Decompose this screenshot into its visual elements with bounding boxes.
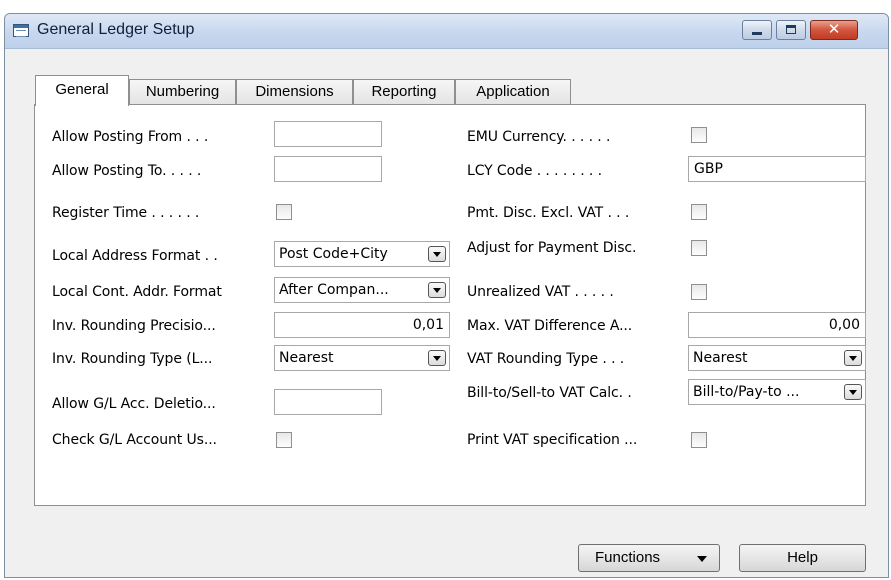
- adjust-payment-disc-label: Adjust for Payment Disc.: [467, 240, 637, 256]
- check-gl-account-usage-checkbox[interactable]: [276, 432, 292, 448]
- bill-sell-vat-calc-label: Bill-to/Sell-to VAT Calc. .: [467, 385, 632, 401]
- tab-dimensions[interactable]: Dimensions: [236, 79, 353, 105]
- chevron-down-icon[interactable]: [428, 246, 446, 262]
- inv-rounding-precision-field[interactable]: 0,01: [274, 312, 450, 338]
- local-cont-addr-format-label: Local Cont. Addr. Format: [52, 284, 222, 300]
- vat-rounding-type-value: Nearest: [693, 350, 748, 366]
- minimize-icon: [752, 32, 762, 35]
- unrealized-vat-label: Unrealized VAT . . . . .: [467, 284, 614, 300]
- close-icon: ✕: [827, 20, 841, 38]
- lcy-code-label: LCY Code . . . . . . . .: [467, 163, 602, 179]
- help-button[interactable]: Help: [739, 544, 866, 572]
- tab-reporting[interactable]: Reporting: [353, 79, 455, 105]
- max-vat-difference-field[interactable]: 0,00: [688, 312, 866, 338]
- local-cont-addr-format-value: After Compan...: [279, 282, 389, 298]
- minimize-button[interactable]: [742, 20, 772, 40]
- vat-rounding-type-label: VAT Rounding Type . . .: [467, 351, 625, 367]
- emu-currency-label: EMU Currency. . . . . .: [467, 129, 611, 145]
- check-gl-account-usage-label: Check G/L Account Us...: [52, 432, 217, 448]
- unrealized-vat-checkbox[interactable]: [691, 284, 707, 300]
- inv-rounding-type-value: Nearest: [279, 350, 334, 366]
- emu-currency-checkbox[interactable]: [691, 127, 707, 143]
- allow-gl-acc-deletion-label: Allow G/L Acc. Deletio...: [52, 396, 216, 412]
- chevron-down-icon[interactable]: [428, 350, 446, 366]
- chevron-down-icon[interactable]: [428, 282, 446, 298]
- adjust-payment-disc-checkbox[interactable]: [691, 240, 707, 256]
- chevron-down-icon[interactable]: [844, 384, 862, 400]
- bill-sell-vat-calc-value: Bill-to/Pay-to ...: [693, 384, 800, 400]
- print-vat-spec-checkbox[interactable]: [691, 432, 707, 448]
- max-vat-difference-label: Max. VAT Difference A...: [467, 318, 633, 334]
- register-time-label: Register Time . . . . . .: [52, 205, 200, 221]
- pmt-disc-excl-vat-checkbox[interactable]: [691, 204, 707, 220]
- maximize-icon: [786, 25, 796, 34]
- bill-sell-vat-calc-select[interactable]: Bill-to/Pay-to ...: [688, 379, 866, 405]
- allow-posting-from-label: Allow Posting From . . .: [52, 129, 209, 145]
- print-vat-spec-label: Print VAT specification ...: [467, 432, 638, 448]
- title-bar[interactable]: General Ledger Setup ✕: [5, 14, 888, 49]
- inv-rounding-type-select[interactable]: Nearest: [274, 345, 450, 371]
- local-address-format-select[interactable]: Post Code+City: [274, 241, 450, 267]
- tab-application[interactable]: Application: [455, 79, 571, 105]
- general-ledger-setup-window: General Ledger Setup ✕ General Numbering…: [4, 13, 889, 578]
- allow-posting-to-field[interactable]: [274, 156, 382, 182]
- lcy-code-field[interactable]: GBP: [688, 156, 866, 182]
- functions-button[interactable]: Functions: [578, 544, 720, 572]
- inv-rounding-type-label: Inv. Rounding Type (L...: [52, 351, 213, 367]
- tab-numbering[interactable]: Numbering: [129, 79, 236, 105]
- pmt-disc-excl-vat-label: Pmt. Disc. Excl. VAT . . .: [467, 205, 630, 221]
- register-time-checkbox[interactable]: [276, 204, 292, 220]
- inv-rounding-precision-label: Inv. Rounding Precisio...: [52, 318, 216, 334]
- chevron-down-icon: [697, 556, 707, 562]
- allow-posting-to-label: Allow Posting To. . . . .: [52, 163, 202, 179]
- local-address-format-label: Local Address Format . .: [52, 248, 218, 264]
- allow-posting-from-field[interactable]: [274, 121, 382, 147]
- vat-rounding-type-select[interactable]: Nearest: [688, 345, 866, 371]
- tab-general[interactable]: General: [35, 75, 129, 106]
- maximize-button[interactable]: [776, 20, 806, 40]
- chevron-down-icon[interactable]: [844, 350, 862, 366]
- local-cont-addr-format-select[interactable]: After Compan...: [274, 277, 450, 303]
- close-button[interactable]: ✕: [810, 20, 858, 40]
- functions-button-label: Functions: [595, 549, 661, 566]
- window-title: General Ledger Setup: [37, 21, 195, 38]
- local-address-format-value: Post Code+City: [279, 246, 388, 262]
- allow-gl-acc-deletion-field[interactable]: [274, 389, 382, 415]
- table-window-icon: [13, 24, 29, 37]
